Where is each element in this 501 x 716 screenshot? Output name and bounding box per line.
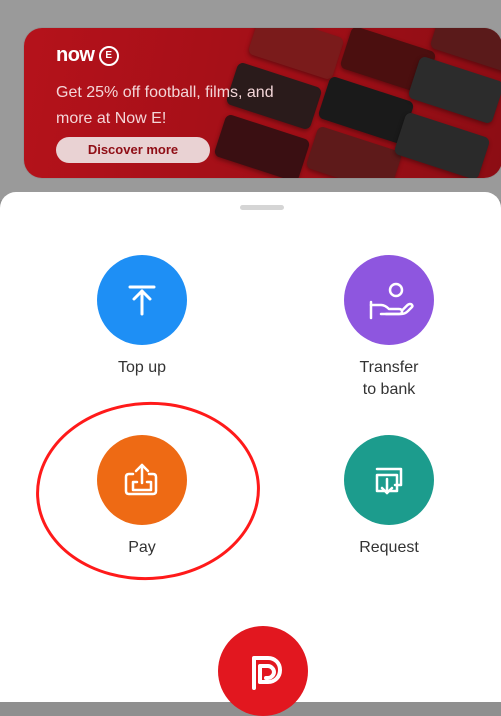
p-logo-mark-icon — [252, 656, 282, 690]
discover-more-button[interactable]: Discover more — [56, 137, 210, 163]
request-action[interactable]: Request — [299, 435, 479, 559]
top-up-label: Top up — [117, 359, 167, 376]
promo-headline: Get 25% off football, films, and more at… — [56, 84, 274, 127]
transfer-to-bank-label: Transfer to bank — [359, 359, 419, 398]
logo-text: now — [56, 44, 95, 66]
sheet-drag-handle[interactable] — [240, 205, 284, 210]
now-e-logo: now E — [56, 44, 119, 67]
promo-banner[interactable]: now E Get 25% off football, films, and m… — [24, 28, 501, 178]
top-up-action[interactable]: Top up — [52, 255, 232, 379]
p-logo-icon[interactable] — [218, 626, 308, 716]
request-label: Request — [359, 539, 419, 556]
upload-arrow-icon — [128, 285, 156, 316]
logo-badge: E — [98, 45, 119, 66]
transfer-to-bank-button[interactable] — [344, 255, 434, 345]
request-button[interactable] — [344, 435, 434, 525]
top-up-button[interactable] — [97, 255, 187, 345]
transfer-to-bank-action[interactable]: Transfer to bank — [299, 255, 479, 401]
hand-user-icon — [369, 282, 414, 320]
request-icon — [375, 467, 403, 495]
